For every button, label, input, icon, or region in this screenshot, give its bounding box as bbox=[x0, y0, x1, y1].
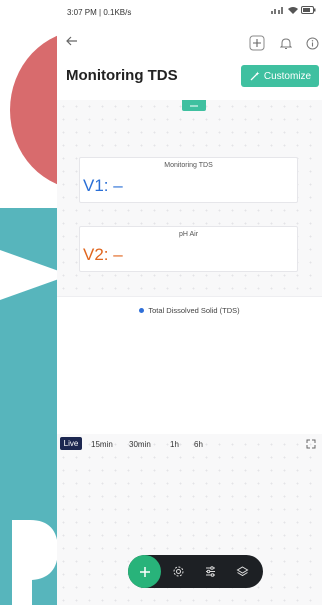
chart-widget[interactable]: Total Dissolved Solid (TDS) bbox=[57, 296, 322, 434]
signal-icon bbox=[271, 7, 283, 14]
time-range-selector: Live 15min 30min 1h 6h bbox=[57, 435, 322, 455]
legend-marker bbox=[139, 308, 145, 313]
status-icons bbox=[271, 6, 316, 14]
range-30min-button[interactable]: 30min bbox=[129, 440, 151, 449]
widget-monitoring-tds[interactable]: Monitoring TDS V1: – bbox=[79, 157, 298, 203]
sliders-button[interactable] bbox=[203, 564, 217, 578]
status-time: 3:07 PM | 0.1KB/s bbox=[67, 8, 132, 17]
info-circle-icon bbox=[306, 37, 318, 49]
notifications-button[interactable] bbox=[278, 35, 294, 51]
drag-handle[interactable] bbox=[182, 100, 206, 111]
range-6h-button[interactable]: 6h bbox=[194, 440, 203, 449]
widget-title: pH Air bbox=[178, 231, 199, 238]
customize-label: Customize bbox=[263, 70, 312, 82]
battery-icon bbox=[301, 6, 316, 14]
phone-screen: 3:07 PM | 0.1KB/s Monitoring TDS Customi… bbox=[57, 0, 322, 605]
expand-icon[interactable] bbox=[306, 439, 316, 449]
gear-icon bbox=[173, 566, 183, 576]
sliders-icon bbox=[205, 565, 215, 577]
magic-wand-icon bbox=[250, 71, 260, 80]
widget-title: Monitoring TDS bbox=[164, 162, 213, 169]
status-bar: 3:07 PM | 0.1KB/s bbox=[57, 0, 322, 26]
settings-button[interactable] bbox=[171, 564, 185, 578]
dashboard-canvas: Monitoring TDS V1: – pH Air V2: – Total … bbox=[57, 100, 322, 605]
wifi-icon bbox=[288, 7, 298, 14]
layers-icon bbox=[236, 565, 248, 576]
plus-icon bbox=[139, 566, 150, 577]
layers-button[interactable] bbox=[235, 564, 249, 578]
plus-square-icon bbox=[249, 35, 265, 51]
chart-legend: Total Dissolved Solid (TDS) bbox=[57, 306, 322, 315]
legend-label: Total Dissolved Solid (TDS) bbox=[148, 306, 240, 315]
info-button[interactable] bbox=[304, 35, 320, 51]
page-title: Monitoring TDS bbox=[66, 67, 178, 84]
add-widget-button[interactable] bbox=[249, 35, 265, 51]
range-15min-button[interactable]: 15min bbox=[91, 440, 113, 449]
drag-handle-icon bbox=[190, 105, 198, 106]
bell-icon bbox=[280, 37, 292, 49]
arrow-left-icon[interactable] bbox=[65, 34, 79, 48]
bottom-toolbar bbox=[128, 555, 263, 588]
range-1h-button[interactable]: 1h bbox=[170, 440, 179, 449]
widget-ph-air[interactable]: pH Air V2: – bbox=[79, 226, 298, 272]
add-button[interactable] bbox=[128, 555, 161, 588]
widget-value-v2: V2: – bbox=[83, 245, 123, 264]
app-bar: Monitoring TDS Customize bbox=[57, 26, 322, 101]
widget-value-v1: V1: – bbox=[83, 176, 123, 195]
range-live-button[interactable]: Live bbox=[60, 437, 82, 450]
customize-button[interactable]: Customize bbox=[241, 65, 319, 87]
